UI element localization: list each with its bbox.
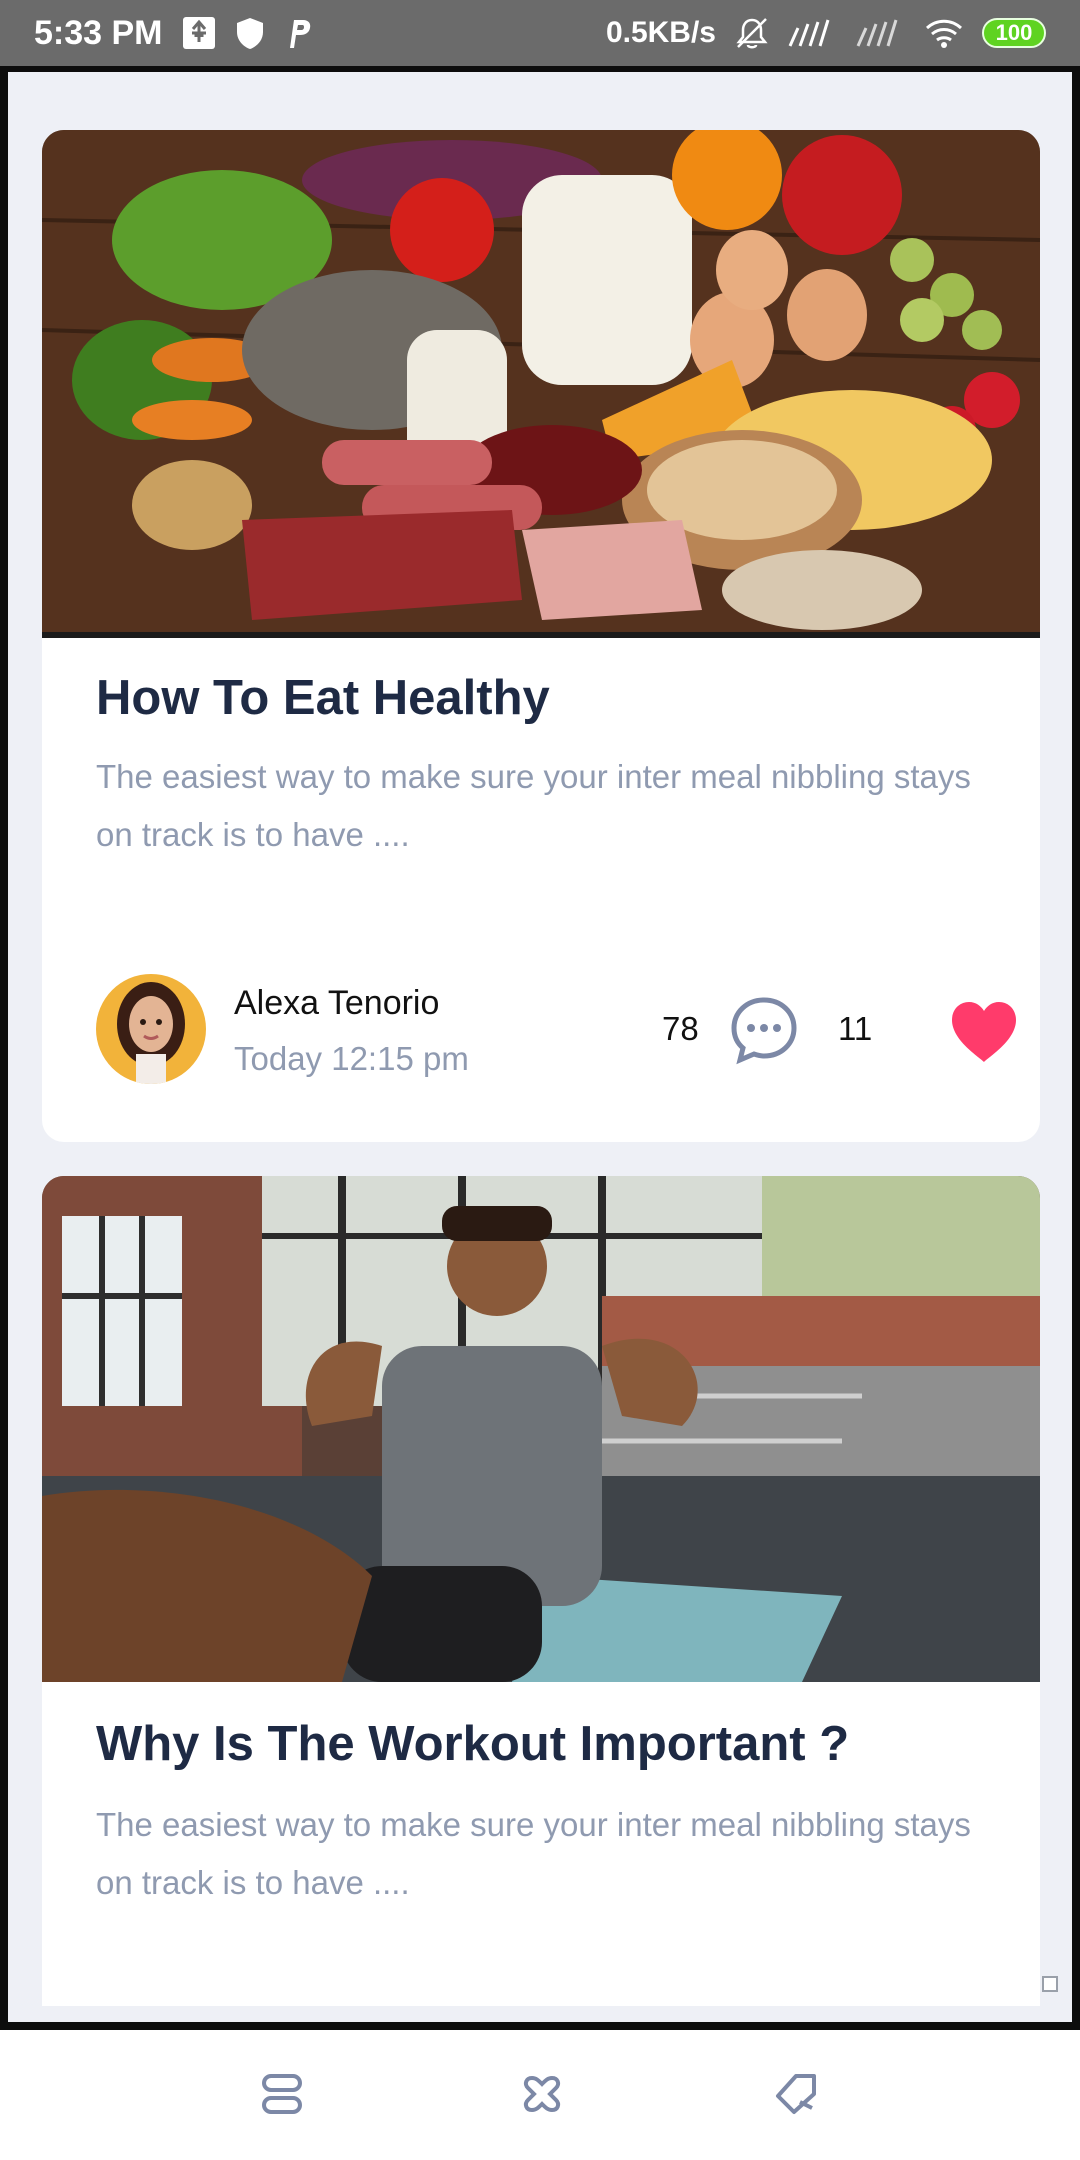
post-card[interactable]: How To Eat Healthy The easiest way to ma… — [42, 130, 1040, 1142]
post-card[interactable]: Why Is The Workout Important ? The easie… — [42, 1176, 1040, 2006]
usb-icon — [181, 15, 217, 51]
post-meta: Alexa Tenorio Today 12:15 pm 78 11 — [96, 974, 1016, 1084]
avatar[interactable] — [96, 974, 206, 1084]
wifi-icon — [924, 17, 964, 49]
status-time: 5:33 PM — [34, 13, 163, 52]
shield-icon — [235, 16, 265, 50]
comment-count: 78 — [662, 1010, 699, 1047]
post-image-workout[interactable] — [42, 1176, 1040, 1682]
post-title[interactable]: Why Is The Workout Important ? — [96, 1716, 849, 1772]
p-icon — [283, 16, 313, 50]
feed[interactable]: How To Eat Healthy The easiest way to ma… — [8, 72, 1072, 2022]
network-speed: 0.5KB/s — [605, 16, 716, 49]
battery-icon: 100 — [982, 18, 1046, 48]
author-name[interactable]: Alexa Tenorio — [234, 984, 439, 1023]
heart-icon[interactable] — [948, 1000, 1020, 1064]
signal-icon — [788, 18, 838, 48]
like-count: 11 — [838, 1010, 873, 1047]
app-frame: How To Eat Healthy The easiest way to ma… — [0, 66, 1080, 2030]
comment-icon[interactable] — [728, 994, 800, 1066]
post-excerpt: The easiest way to make sure your inter … — [96, 758, 971, 853]
tag-icon[interactable] — [768, 2066, 824, 2122]
mute-icon — [734, 15, 770, 51]
apps-icon[interactable] — [514, 2066, 570, 2122]
post-time: Today 12:15 pm — [234, 1040, 469, 1077]
bottom-nav — [0, 2030, 1080, 2160]
scroll-indicator — [1042, 1976, 1058, 1992]
status-bar: 5:33 PM 0.5KB/s 100 — [0, 0, 1080, 66]
post-title[interactable]: How To Eat Healthy — [96, 670, 550, 726]
signal-icon — [856, 18, 906, 48]
post-image-food[interactable] — [42, 130, 1040, 638]
home-icon[interactable] — [254, 2066, 310, 2122]
post-excerpt: The easiest way to make sure your inter … — [96, 1806, 971, 1901]
